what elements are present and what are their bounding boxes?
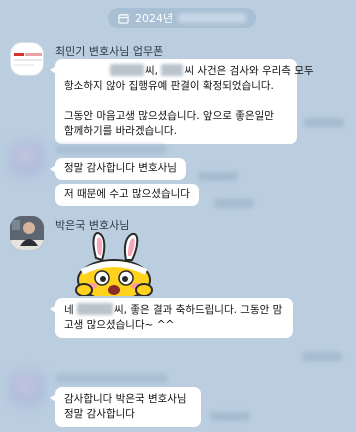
date-year: 2024년 (135, 12, 174, 25)
name-redaction (77, 303, 114, 315)
sender-name (56, 374, 168, 383)
timestamp (304, 118, 344, 127)
message-bubble[interactable]: 감사합니다 박은국 변호사님 정말 감사합니다 (50, 387, 201, 427)
message-line: 정말 감사합니다 (64, 408, 135, 420)
name-redaction (110, 64, 144, 76)
message-line: 항소하지 않아 집행유예 판결이 확정되었습니다. (64, 80, 274, 92)
message-line: 네 씨, 좋은 결과 축하드립니다. 그동안 맘 (64, 303, 283, 316)
timestamp (214, 199, 254, 208)
message-line: 함께하기를 바라겠습니다. (64, 125, 177, 137)
rabbit-ears (92, 232, 139, 262)
message-line: 고생 많으셨습니다~ ^^ (64, 319, 175, 331)
law-firm-logo-icon (14, 53, 42, 66)
message-line: 씨, 씨 사건은 검사와 우리측 모두 (64, 64, 314, 79)
message-bubble[interactable]: 네 씨, 좋은 결과 축하드립니다. 그동안 맘 고생 많으셨습니다~ ^^ (50, 298, 293, 338)
message-line: 그동안 마음고생 많으셨습니다. 앞으로 좋은일만 (64, 110, 274, 122)
timestamp (210, 412, 250, 421)
sender-name: 최민기 변호사님 업무폰 (55, 45, 164, 58)
name-redaction (161, 64, 184, 76)
avatar (8, 140, 46, 178)
message-bubble[interactable]: 저 때문에 수고 많으셨습니다 (55, 184, 199, 206)
date-divider: 2024년 (108, 8, 256, 28)
avatar (8, 370, 46, 408)
calendar-icon (118, 13, 129, 24)
person-photo-icon (10, 216, 44, 250)
message-line: 감사합니다 박은국 변호사님 (64, 393, 187, 405)
sender-name: 박은국 변호사님 (55, 219, 130, 232)
avatar[interactable] (10, 42, 44, 76)
sender-name (56, 145, 166, 154)
timestamp (302, 352, 342, 361)
timestamp (198, 172, 238, 181)
date-redaction (178, 13, 246, 23)
message-bubble[interactable]: 정말 감사합니다 변호사님 (50, 158, 186, 180)
message-bubble[interactable]: 씨, 씨 사건은 검사와 우리측 모두 항소하지 않아 집행유예 판결이 확정되… (50, 59, 314, 144)
sticker-rabbit-character[interactable] (62, 232, 166, 296)
avatar[interactable] (10, 216, 44, 250)
